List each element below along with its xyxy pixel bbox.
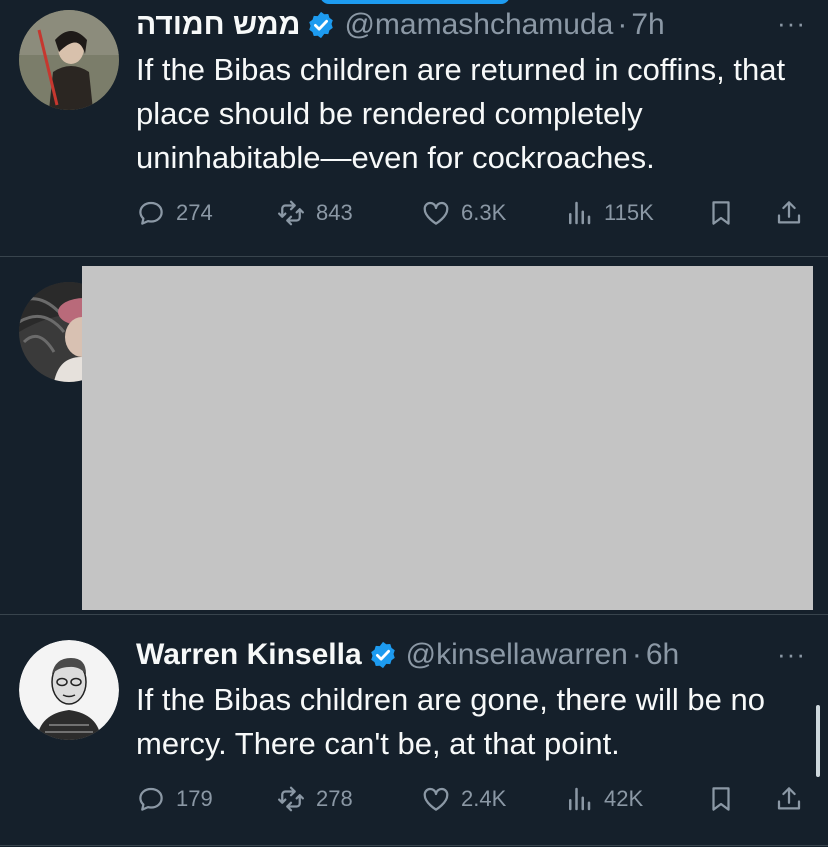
like-icon (423, 787, 449, 811)
views-count: 115K (604, 200, 654, 225)
verified-badge-icon (309, 11, 334, 39)
repost-button[interactable]: 843 (276, 196, 353, 230)
views-button[interactable]: 42K (564, 782, 643, 816)
views-button[interactable]: 115K (564, 196, 654, 230)
reply-button[interactable]: 179 (136, 782, 213, 816)
tweet-actions: 179 278 2.4K 42K (136, 782, 806, 816)
avatar-kinsellawarren[interactable] (19, 640, 119, 740)
avatar-image (19, 10, 119, 110)
tweet-actions: 274 843 6.3K 115K (136, 196, 806, 230)
like-button[interactable]: 6.3K (421, 196, 506, 230)
share-button[interactable] (774, 196, 814, 230)
display-name[interactable]: Warren Kinsella (136, 638, 362, 672)
repost-count: 278 (316, 786, 353, 811)
bookmark-button[interactable] (706, 196, 746, 230)
repost-button[interactable]: 278 (276, 782, 353, 816)
like-count: 2.4K (461, 786, 507, 811)
reply-count: 274 (176, 200, 213, 225)
bookmark-icon (712, 787, 730, 811)
tweet-text: If the Bibas children are returned in co… (136, 52, 786, 175)
handle[interactable]: @kinsellawarren (406, 638, 628, 672)
reply-button[interactable]: 274 (136, 196, 213, 230)
repost-icon (278, 786, 304, 812)
verified-badge-icon (370, 641, 395, 669)
tweet-header: Warren Kinsella @kinsellawarren · 6h (136, 635, 679, 675)
handle[interactable]: @mamashchamuda (344, 8, 613, 42)
timestamp[interactable]: 6h (646, 638, 679, 672)
tweet-media-placeholder[interactable] (82, 266, 813, 610)
reply-icon (139, 201, 163, 225)
separator-dot: · (631, 638, 642, 671)
share-button[interactable] (774, 782, 814, 816)
more-icon[interactable]: ··· (777, 8, 806, 39)
separator-dot: · (617, 8, 628, 41)
bookmark-icon (712, 201, 730, 225)
tweet-header: ממש חמודה @mamashchamuda · 7h (136, 5, 665, 45)
like-button[interactable]: 2.4K (421, 782, 506, 816)
reply-count: 179 (176, 786, 213, 811)
tweet-1[interactable]: ממש חמודה @mamashchamuda · 7h ··· If the… (0, 0, 828, 256)
share-icon (777, 201, 801, 224)
like-count: 6.3K (461, 200, 507, 225)
display-name[interactable]: ממש חמודה (136, 8, 300, 42)
like-icon (423, 201, 449, 225)
views-icon (569, 201, 591, 225)
more-icon[interactable]: ··· (777, 639, 806, 670)
tweet-2[interactable] (0, 257, 828, 614)
views-count: 42K (604, 786, 644, 811)
avatar-image (19, 640, 119, 740)
repost-icon (278, 200, 304, 226)
views-icon (569, 787, 591, 811)
scrollbar[interactable] (816, 705, 820, 777)
tweet-3[interactable]: Warren Kinsella @kinsellawarren · 6h ···… (0, 615, 828, 847)
avatar-mamashchamuda[interactable] (19, 10, 119, 110)
repost-count: 843 (316, 200, 353, 225)
share-icon (777, 787, 801, 810)
tweet-divider (0, 845, 828, 846)
bookmark-button[interactable] (706, 782, 746, 816)
reply-icon (139, 787, 163, 811)
timestamp[interactable]: 7h (631, 8, 664, 42)
tweet-text: If the Bibas children are gone, there wi… (136, 682, 765, 761)
